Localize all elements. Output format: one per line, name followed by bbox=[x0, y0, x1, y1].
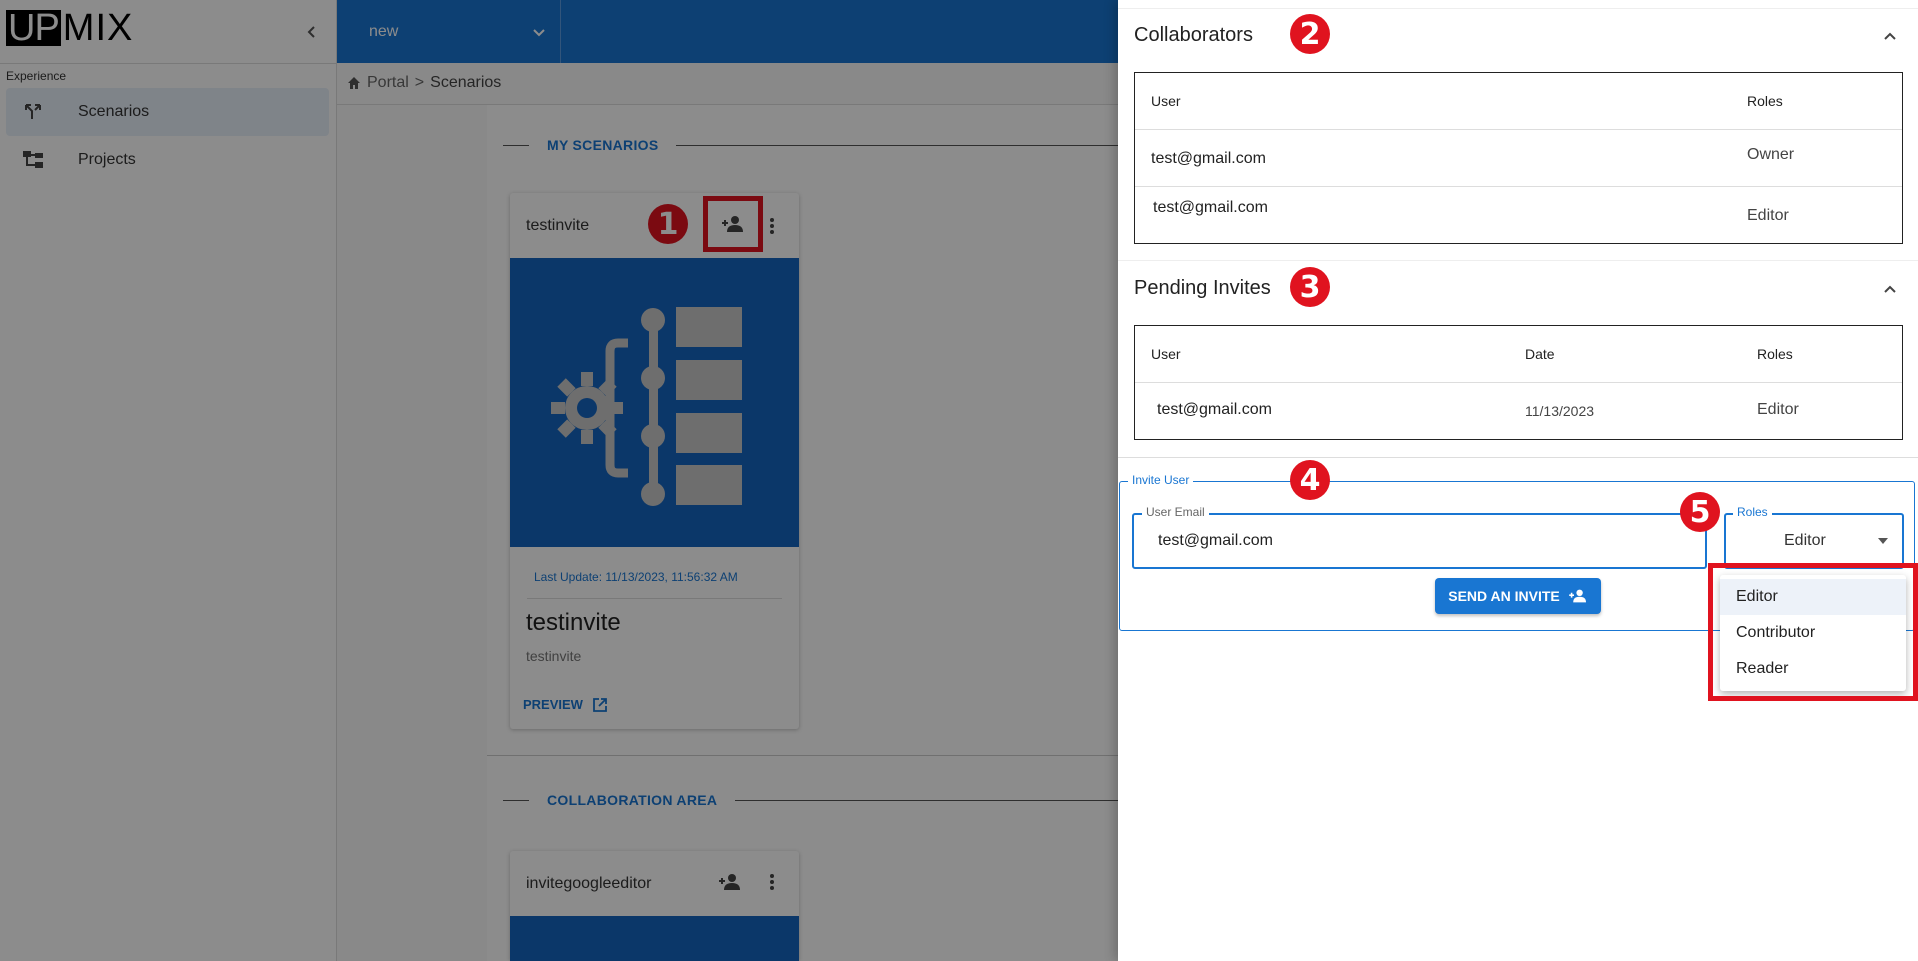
collaborators-table: User Roles test@gmail.com Owner test@gma… bbox=[1134, 72, 1903, 244]
column-header-date: Date bbox=[1525, 346, 1555, 362]
column-header-user: User bbox=[1151, 346, 1181, 362]
pending-role: Editor bbox=[1757, 401, 1799, 418]
send-invite-label: SEND AN INVITE bbox=[1448, 588, 1560, 604]
collapse-pending-invites-button[interactable] bbox=[1878, 277, 1902, 301]
table-row: test@gmail.com 11/13/2023 Editor bbox=[1135, 383, 1902, 440]
chevron-up-icon bbox=[1883, 282, 1897, 296]
step-marker-3: 3 bbox=[1290, 267, 1330, 307]
collaborator-email: test@gmail.com bbox=[1151, 150, 1266, 167]
collaborators-title: Collaborators bbox=[1134, 24, 1253, 46]
send-invite-button[interactable]: SEND AN INVITE bbox=[1435, 578, 1601, 614]
pending-invites-title: Pending Invites bbox=[1134, 277, 1271, 299]
person-add-icon bbox=[1568, 588, 1588, 604]
drawer-divider bbox=[1118, 260, 1918, 261]
table-header-row: User Roles bbox=[1135, 73, 1902, 130]
column-header-roles: Roles bbox=[1757, 346, 1793, 362]
table-header-row: User Date Roles bbox=[1135, 326, 1902, 383]
table-row: test@gmail.com Editor bbox=[1135, 187, 1902, 244]
chevron-up-icon bbox=[1883, 29, 1897, 43]
roles-select[interactable]: Editor bbox=[1724, 513, 1904, 569]
collaborator-role: Owner bbox=[1747, 146, 1795, 163]
table-row: test@gmail.com Owner bbox=[1135, 130, 1902, 187]
invite-user-legend: Invite User bbox=[1128, 473, 1194, 487]
column-header-roles: Roles bbox=[1747, 93, 1783, 109]
dropdown-highlight-frame bbox=[1708, 563, 1918, 701]
user-email-label: User Email bbox=[1142, 505, 1209, 519]
drawer-top-divider bbox=[1118, 8, 1918, 9]
modal-backdrop[interactable] bbox=[0, 0, 1118, 961]
pending-invites-table: User Date Roles test@gmail.com 11/13/202… bbox=[1134, 325, 1903, 440]
step-marker-2: 2 bbox=[1290, 14, 1330, 54]
step-marker-5: 5 bbox=[1680, 492, 1720, 532]
column-header-user: User bbox=[1151, 93, 1181, 109]
collapse-collaborators-button[interactable] bbox=[1878, 24, 1902, 48]
arrow-drop-down-icon bbox=[1878, 538, 1888, 544]
collaborator-role: Editor bbox=[1747, 207, 1789, 224]
pending-email: test@gmail.com bbox=[1157, 401, 1272, 418]
drawer-divider bbox=[1118, 457, 1918, 458]
collaborator-email: test@gmail.com bbox=[1153, 199, 1268, 216]
pending-date: 11/13/2023 bbox=[1525, 403, 1595, 419]
roles-label: Roles bbox=[1733, 505, 1772, 519]
user-email-value: test@gmail.com bbox=[1158, 532, 1273, 549]
step-marker-4: 4 bbox=[1290, 460, 1330, 500]
user-email-input[interactable]: test@gmail.com bbox=[1132, 513, 1707, 569]
roles-select-value: Editor bbox=[1784, 532, 1826, 549]
